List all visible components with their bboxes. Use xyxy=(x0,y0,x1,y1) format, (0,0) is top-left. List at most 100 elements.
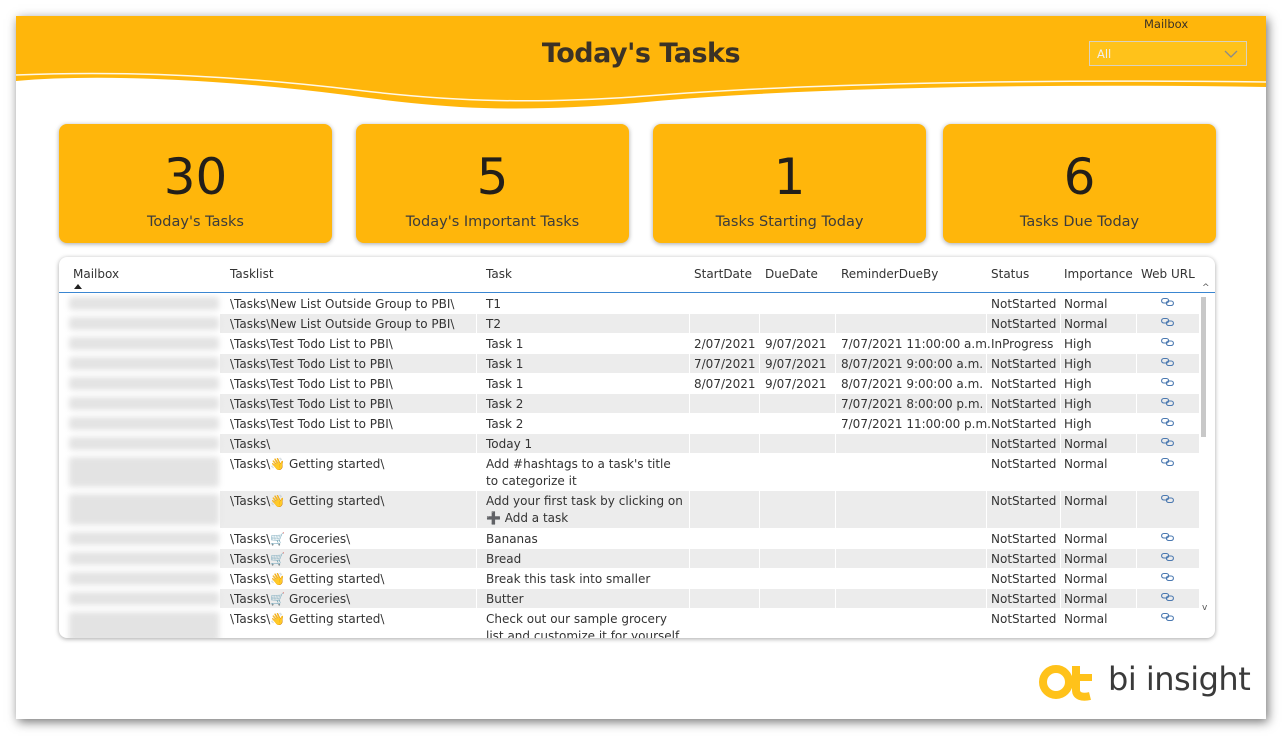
column-separator xyxy=(759,491,760,528)
column-header-duedate[interactable]: DueDate xyxy=(765,267,818,281)
column-header-task[interactable]: Task xyxy=(486,267,512,281)
column-separator xyxy=(1136,549,1137,568)
kpi-value: 6 xyxy=(1063,148,1096,206)
table-row[interactable]: \Tasks\👋 Getting started\ Add #hashtags t… xyxy=(59,454,1199,490)
mailbox-cell-redacted xyxy=(69,592,219,605)
web-url-link-icon[interactable] xyxy=(1161,297,1174,307)
column-separator xyxy=(759,334,760,353)
web-url-link-icon[interactable] xyxy=(1161,437,1174,447)
scroll-up-icon[interactable]: ^ xyxy=(1202,283,1210,293)
table-row[interactable]: \Tasks\👋 Getting started\ Check out our s… xyxy=(59,609,1199,638)
cell-task: Add your first task by clicking on ➕ Add… xyxy=(486,494,683,525)
table-row[interactable]: \Tasks\🛒 Groceries\ Bananas NotStarted Norm… xyxy=(59,529,1199,548)
web-url-link-icon[interactable] xyxy=(1161,612,1174,622)
table-row[interactable]: \Tasks\ Today 1 NotStarted Normal xyxy=(59,434,1199,453)
column-separator xyxy=(986,394,987,413)
column-separator xyxy=(835,314,836,333)
mailbox-cell-redacted xyxy=(69,377,219,390)
chevron-down-icon xyxy=(1224,50,1238,58)
column-separator xyxy=(689,454,690,490)
column-separator xyxy=(1136,454,1137,490)
cell-tasklist: \Tasks\👋 Getting started\ xyxy=(230,612,385,626)
column-separator xyxy=(835,569,836,588)
cell-tasklist: \Tasks\👋 Getting started\ xyxy=(230,457,385,471)
column-separator xyxy=(1136,434,1137,453)
cell-importance: Normal xyxy=(1064,612,1108,626)
web-url-link-icon[interactable] xyxy=(1161,317,1174,327)
cell-status: NotStarted xyxy=(991,357,1057,371)
web-url-link-icon[interactable] xyxy=(1161,532,1174,542)
cell-importance: High xyxy=(1064,357,1092,371)
column-header-startdate[interactable]: StartDate xyxy=(694,267,752,281)
column-separator xyxy=(476,549,477,568)
column-separator xyxy=(1136,529,1137,548)
cell-importance: Normal xyxy=(1064,572,1108,586)
column-separator xyxy=(835,549,836,568)
web-url-link-icon[interactable] xyxy=(1161,457,1174,467)
web-url-link-icon[interactable] xyxy=(1161,397,1174,407)
cell-importance: Normal xyxy=(1064,457,1108,471)
column-separator xyxy=(689,334,690,353)
table-row[interactable]: \Tasks\New List Outside Group to PBI\ T2 N… xyxy=(59,314,1199,333)
column-header-status[interactable]: Status xyxy=(991,267,1029,281)
cell-status: NotStarted xyxy=(991,297,1057,311)
web-url-link-icon[interactable] xyxy=(1161,552,1174,562)
mailbox-slicer-dropdown[interactable]: All xyxy=(1089,41,1247,66)
cell-importance: Normal xyxy=(1064,494,1108,508)
column-separator xyxy=(1136,294,1137,313)
web-url-link-icon[interactable] xyxy=(1161,337,1174,347)
column-separator xyxy=(835,374,836,393)
web-url-link-icon[interactable] xyxy=(1161,417,1174,427)
table-scrollbar[interactable]: ^ v xyxy=(1199,283,1215,638)
column-header-tasklist[interactable]: Tasklist xyxy=(230,267,274,281)
web-url-link-icon[interactable] xyxy=(1161,357,1174,367)
kpi-label: Today's Tasks xyxy=(147,214,244,230)
cell-tasklist: \Tasks\🛒 Groceries\ xyxy=(230,552,351,566)
mailbox-cell-redacted xyxy=(69,552,219,565)
column-separator xyxy=(1060,529,1061,548)
cell-task: Task 1 xyxy=(486,377,524,391)
table-row[interactable]: \Tasks\Test Todo List to PBI\ Task 1 7/07/… xyxy=(59,354,1199,373)
web-url-link-icon[interactable] xyxy=(1161,494,1174,504)
table-row[interactable]: \Tasks\🛒 Groceries\ Butter NotStarted Norma… xyxy=(59,589,1199,608)
scroll-thumb[interactable] xyxy=(1201,297,1206,437)
column-separator xyxy=(476,394,477,413)
scroll-down-icon[interactable]: v xyxy=(1202,603,1207,613)
mailbox-cell-redacted xyxy=(69,457,219,487)
web-url-link-icon[interactable] xyxy=(1161,572,1174,582)
column-separator xyxy=(835,354,836,373)
cell-status: NotStarted xyxy=(991,552,1057,566)
table-row[interactable]: \Tasks\Test Todo List to PBI\ Task 1 2/07/… xyxy=(59,334,1199,353)
cell-reminder: 7/07/2021 8:00:00 p.m. xyxy=(841,397,984,411)
column-header-mailbox[interactable]: Mailbox xyxy=(73,267,119,281)
column-separator xyxy=(476,434,477,453)
logo-mark-icon xyxy=(1039,665,1092,701)
column-header-importance[interactable]: Importance xyxy=(1064,267,1133,281)
table-row[interactable]: \Tasks\🛒 Groceries\ Bread NotStarted Normal xyxy=(59,549,1199,568)
table-row[interactable]: \Tasks\Test Todo List to PBI\ Task 2 7/07/… xyxy=(59,394,1199,413)
table-row[interactable]: \Tasks\👋 Getting started\ Break this task… xyxy=(59,569,1199,603)
web-url-link-icon[interactable] xyxy=(1161,592,1174,602)
cell-task: Add #hashtags to a task's title to categ… xyxy=(486,457,671,488)
column-separator xyxy=(835,334,836,353)
column-separator xyxy=(689,491,690,528)
cell-tasklist: \Tasks\Test Todo List to PBI\ xyxy=(230,417,393,431)
column-separator xyxy=(476,569,477,588)
column-separator xyxy=(986,491,987,528)
cell-start: 2/07/2021 xyxy=(694,337,756,351)
web-url-link-icon[interactable] xyxy=(1161,377,1174,387)
column-separator xyxy=(835,294,836,313)
column-header-web-url[interactable]: Web URL xyxy=(1141,267,1195,281)
column-separator xyxy=(986,374,987,393)
cell-tasklist: \Tasks\Test Todo List to PBI\ xyxy=(230,397,393,411)
table-row[interactable]: \Tasks\Test Todo List to PBI\ Task 1 8/07/… xyxy=(59,374,1199,393)
table-row[interactable]: \Tasks\New List Outside Group to PBI\ T1 N… xyxy=(59,294,1199,313)
table-row[interactable]: \Tasks\Test Todo List to PBI\ Task 2 7/07/… xyxy=(59,414,1199,433)
column-header-reminderdueby[interactable]: ReminderDueBy xyxy=(841,267,938,281)
table-row[interactable]: \Tasks\👋 Getting started\ Add your first … xyxy=(59,491,1199,528)
mailbox-cell-redacted xyxy=(69,532,219,545)
column-separator xyxy=(986,589,987,608)
mailbox-slicer-value: All xyxy=(1097,46,1112,61)
column-separator xyxy=(1136,414,1137,433)
cell-importance: Normal xyxy=(1064,552,1108,566)
